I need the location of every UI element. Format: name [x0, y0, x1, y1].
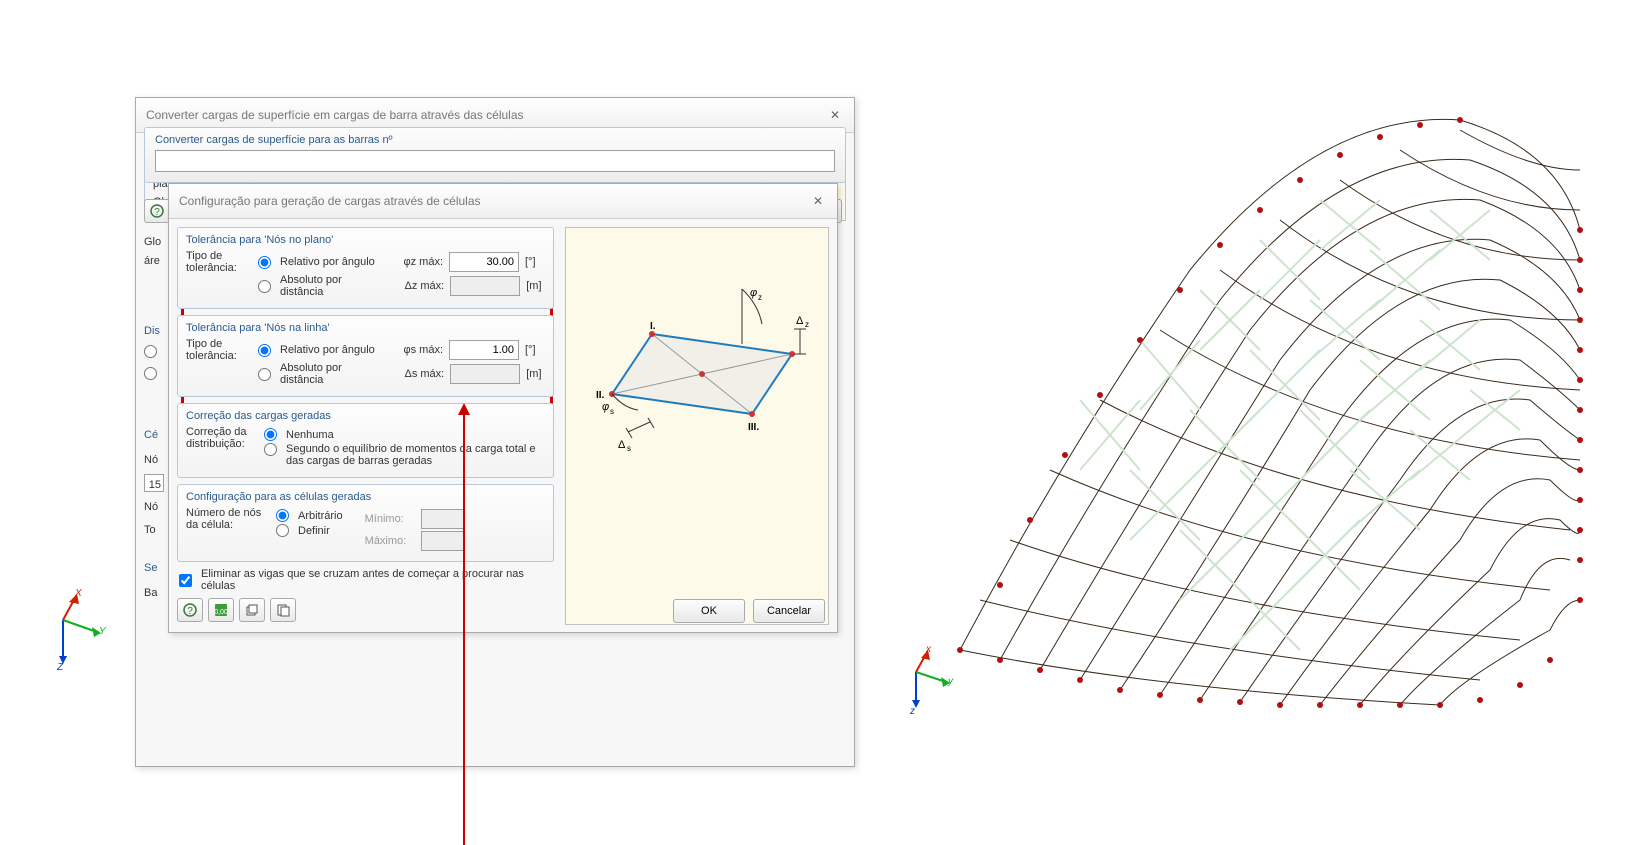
group-title-correction: Correção das cargas geradas — [186, 408, 545, 426]
close-icon[interactable]: ✕ — [826, 106, 844, 124]
svg-text:φ: φ — [750, 287, 757, 299]
layer-icon[interactable] — [239, 598, 265, 622]
svg-text:II.: II. — [596, 390, 605, 401]
structural-model-view — [880, 40, 1620, 760]
input-phi-s[interactable] — [449, 340, 519, 360]
radio-plane-relative[interactable] — [258, 256, 271, 269]
radio-corr-equil[interactable] — [264, 443, 277, 456]
input-cells-max — [421, 531, 465, 551]
input-cells-min — [421, 509, 465, 529]
svg-text:?: ? — [187, 606, 193, 617]
svg-text:?: ? — [154, 207, 160, 218]
help-icon[interactable]: ? — [177, 598, 203, 622]
svg-text:III.: III. — [748, 422, 759, 433]
radio-corr-none[interactable] — [264, 428, 277, 441]
radio-plane-absolute[interactable] — [258, 280, 271, 293]
dialog-cell-config: Configuração para geração de cargas atra… — [168, 183, 838, 633]
radio-clipped-1[interactable] — [144, 345, 157, 358]
help-icon[interactable]: ? — [144, 199, 170, 223]
svg-text:Δ: Δ — [618, 439, 626, 451]
cancel-button-config[interactable]: Cancelar — [753, 599, 825, 623]
input-member-numbers[interactable] — [155, 150, 835, 172]
arrow-annotation — [463, 405, 465, 845]
label-delta-z: Δz máx: — [394, 280, 445, 292]
check-eliminate-crossing[interactable] — [179, 574, 192, 587]
label-max: Máximo: — [365, 535, 415, 547]
svg-text:z: z — [805, 320, 809, 329]
radio-cells-define[interactable] — [276, 524, 289, 537]
label-phi-s: φs máx: — [389, 344, 443, 356]
dialog-cell-title: Configuração para geração de cargas atra… — [179, 194, 481, 208]
svg-text:I.: I. — [650, 321, 656, 332]
svg-text:s: s — [610, 407, 614, 416]
clipped-input-15[interactable]: 15 — [144, 474, 164, 492]
calc-green-icon[interactable]: 0,00 — [208, 598, 234, 622]
label-eliminate-crossing: Eliminar as vigas que se cruzam antes de… — [201, 568, 555, 592]
svg-text:z: z — [758, 293, 762, 302]
label-correction: Correção da distribuição: — [186, 426, 264, 469]
global-axes: X Y Z — [45, 590, 105, 670]
svg-text:Δ: Δ — [796, 315, 804, 327]
svg-text:φ: φ — [602, 401, 609, 413]
svg-text:s: s — [627, 444, 631, 453]
svg-text:0,00: 0,00 — [214, 609, 228, 616]
label-cell-nodes: Número de nós da célula: — [186, 507, 276, 553]
input-delta-s — [450, 364, 520, 384]
input-delta-z — [450, 276, 520, 296]
label-tol-type-line: Tipo de tolerância: — [186, 338, 258, 388]
radio-clipped-2[interactable] — [144, 367, 157, 380]
group-title-tol-line: Tolerância para 'Nós na linha' — [186, 320, 545, 338]
group-title-cells: Configuração para as células geradas — [186, 489, 545, 507]
group-title-tol-plane: Tolerância para 'Nós no plano' — [186, 232, 545, 250]
label-min: Mínimo: — [365, 513, 415, 525]
label-phi-z: φz máx: — [389, 256, 443, 268]
ok-button-config[interactable]: OK — [673, 599, 745, 623]
label-convert-members: Converter cargas de superfície para as b… — [155, 134, 393, 146]
close-icon[interactable]: ✕ — [809, 192, 827, 210]
dialog-convert-title: Converter cargas de superfície em cargas… — [146, 108, 524, 122]
radio-cells-arbitrary[interactable] — [276, 509, 289, 522]
dialog-cell-titlebar[interactable]: Configuração para geração de cargas atra… — [169, 184, 837, 219]
tolerance-diagram: φz Δz φs Δs I. II. III. — [565, 227, 829, 625]
label-tol-type-plane: Tipo de tolerância: — [186, 250, 258, 300]
radio-line-absolute[interactable] — [258, 368, 271, 381]
model-axes: x y z — [902, 648, 952, 718]
dup-icon[interactable] — [270, 598, 296, 622]
radio-line-relative[interactable] — [258, 344, 271, 357]
label-delta-s: Δs máx: — [394, 368, 445, 380]
input-phi-z[interactable] — [449, 252, 519, 272]
